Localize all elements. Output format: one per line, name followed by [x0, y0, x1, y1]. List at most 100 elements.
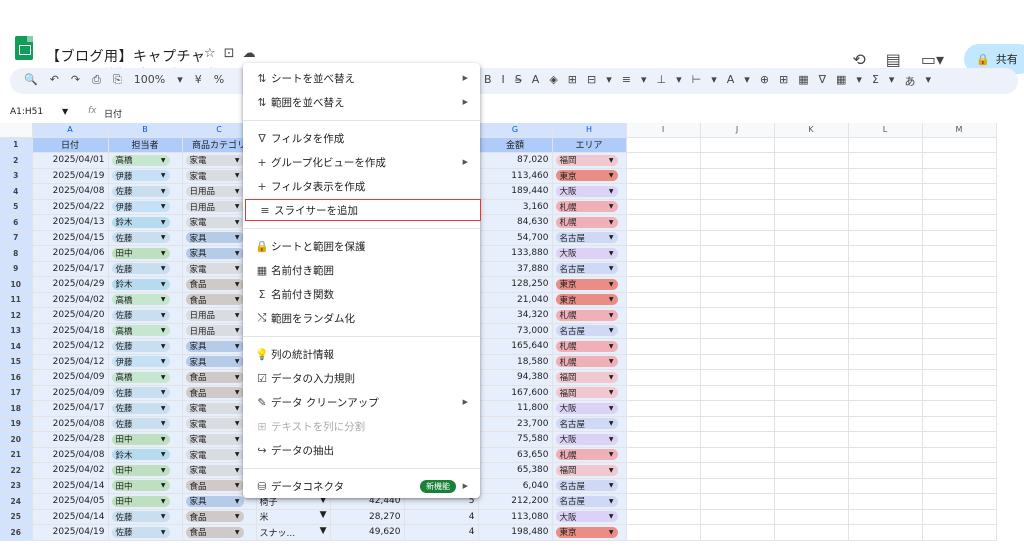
date-cell[interactable]: 2025/04/08: [32, 416, 109, 432]
empty-cell[interactable]: [700, 323, 775, 339]
dropdown-chip[interactable]: 日用品 ▼: [185, 201, 244, 213]
toolbar-right-2-icon[interactable]: S̶: [515, 73, 522, 89]
toolbar-left-4-icon[interactable]: ⎘: [113, 73, 122, 87]
person-cell[interactable]: 田中 ▼: [108, 431, 183, 448]
empty-cell[interactable]: [626, 431, 701, 448]
dropdown-chip[interactable]: 田中 ▼: [111, 433, 170, 445]
menu-item-範囲をランダム化[interactable]: ⤭ 範囲をランダム化: [243, 307, 480, 329]
amount-cell[interactable]: 11,800: [478, 400, 553, 417]
empty-cell[interactable]: [922, 292, 997, 308]
area-cell[interactable]: 札幌 ▼: [552, 307, 627, 324]
dropdown-chip[interactable]: 田中 ▼: [111, 247, 170, 259]
row-header[interactable]: 10: [0, 276, 33, 293]
dropdown-chip[interactable]: 日用品 ▼: [185, 309, 244, 321]
dropdown-chip[interactable]: 佐藤 ▼: [111, 387, 170, 399]
dropdown-chip[interactable]: 田中 ▼: [111, 495, 170, 507]
person-cell[interactable]: 佐藤 ▼: [108, 261, 183, 277]
row-header[interactable]: 18: [0, 400, 33, 417]
empty-cell[interactable]: [774, 152, 849, 169]
dropdown-chip[interactable]: 高橋 ▼: [111, 371, 170, 383]
empty-cell[interactable]: [626, 369, 701, 386]
toolbar-left-0-icon[interactable]: 🔍: [24, 73, 38, 87]
dropdown-chip[interactable]: 佐藤 ▼: [111, 185, 170, 197]
empty-cell[interactable]: [848, 323, 923, 339]
empty-cell[interactable]: [626, 478, 701, 494]
empty-cell[interactable]: [848, 493, 923, 510]
date-cell[interactable]: 2025/04/08: [32, 447, 109, 463]
empty-cell[interactable]: [922, 245, 997, 262]
amount-cell[interactable]: 167,600: [478, 385, 553, 401]
empty-cell[interactable]: [922, 369, 997, 386]
person-cell[interactable]: 佐藤 ▼: [108, 524, 183, 541]
dropdown-chip[interactable]: 札幌 ▼: [555, 309, 618, 321]
person-cell[interactable]: 佐藤 ▼: [108, 230, 183, 246]
comments-icon[interactable]: ▤: [886, 50, 901, 69]
amount-cell[interactable]: 6,040: [478, 478, 553, 494]
area-cell[interactable]: 福岡 ▼: [552, 385, 627, 401]
dropdown-chip[interactable]: 食品 ▼: [185, 480, 244, 492]
row-header[interactable]: 22: [0, 462, 33, 479]
toolbar-right-0-icon[interactable]: B: [484, 73, 492, 89]
amount-cell[interactable]: 63,650: [478, 447, 553, 463]
menu-item-名前付き関数[interactable]: Σ 名前付き関数: [243, 283, 480, 305]
header-cell[interactable]: 日付: [32, 137, 109, 153]
empty-cell[interactable]: [848, 199, 923, 215]
toolbar-right-7-icon[interactable]: ▾: [606, 73, 612, 89]
empty-cell[interactable]: [848, 354, 923, 370]
dropdown-chip[interactable]: 日用品 ▼: [185, 185, 244, 197]
history-icon[interactable]: ⟲: [852, 50, 865, 69]
row-header[interactable]: 23: [0, 478, 33, 494]
column-header-G[interactable]: G: [478, 123, 553, 138]
row-header[interactable]: 11: [0, 292, 33, 308]
toolbar-right-14-icon[interactable]: A: [727, 73, 735, 89]
toolbar-left-5-icon[interactable]: 100%: [134, 73, 165, 87]
empty-cell[interactable]: [774, 509, 849, 525]
toolbar-left-6-icon[interactable]: ▾: [177, 73, 183, 87]
empty-cell[interactable]: [700, 509, 775, 525]
column-header-M[interactable]: M: [922, 123, 997, 138]
empty-cell[interactable]: [774, 478, 849, 494]
menu-item-フィルタ表示を作成[interactable]: + フィルタ表示を作成: [243, 175, 480, 197]
area-cell[interactable]: 札幌 ▼: [552, 447, 627, 463]
person-cell[interactable]: 田中 ▼: [108, 462, 183, 479]
date-cell[interactable]: 2025/04/06: [32, 245, 109, 262]
area-cell[interactable]: 東京 ▼: [552, 292, 627, 308]
toolbar-right-21-icon[interactable]: ▾: [856, 73, 862, 89]
toolbar-left-7-icon[interactable]: ¥: [195, 73, 202, 87]
empty-cell[interactable]: [922, 230, 997, 246]
person-cell[interactable]: 高橋 ▼: [108, 323, 183, 339]
person-cell[interactable]: 鈴木 ▼: [108, 276, 183, 293]
dropdown-chip[interactable]: 佐藤 ▼: [111, 526, 170, 538]
empty-cell[interactable]: [848, 168, 923, 184]
menu-item-範囲を並べ替え[interactable]: ⇅ 範囲を並べ替え ▶: [243, 91, 480, 113]
area-cell[interactable]: 東京 ▼: [552, 524, 627, 541]
dropdown-chip[interactable]: 佐藤 ▼: [111, 402, 170, 414]
dropdown-chip[interactable]: 食品 ▼: [185, 294, 244, 306]
empty-cell[interactable]: [922, 524, 997, 541]
date-cell[interactable]: 2025/04/02: [32, 292, 109, 308]
dropdown-chip[interactable]: 佐藤 ▼: [111, 263, 170, 275]
menu-item-データの入力規則[interactable]: ☑ データの入力規則: [243, 367, 480, 389]
person-cell[interactable]: 佐藤 ▼: [108, 385, 183, 401]
amount-cell[interactable]: 54,700: [478, 230, 553, 246]
person-cell[interactable]: 高橋 ▼: [108, 369, 183, 386]
toolbar-right-15-icon[interactable]: ▾: [744, 73, 750, 89]
empty-cell[interactable]: [700, 447, 775, 463]
empty-cell[interactable]: [700, 292, 775, 308]
amount-cell[interactable]: 165,640: [478, 338, 553, 355]
person-cell[interactable]: 田中 ▼: [108, 245, 183, 262]
empty-cell[interactable]: [774, 276, 849, 293]
date-cell[interactable]: 2025/04/19: [32, 524, 109, 541]
empty-cell[interactable]: [774, 199, 849, 215]
empty-cell[interactable]: [700, 214, 775, 231]
amount-cell[interactable]: 23,700: [478, 416, 553, 432]
person-cell[interactable]: 伊藤 ▼: [108, 168, 183, 184]
empty-cell[interactable]: [848, 230, 923, 246]
row-header[interactable]: 17: [0, 385, 33, 401]
empty-cell[interactable]: [922, 152, 997, 169]
menu-item-データの抽出[interactable]: ↪ データの抽出: [243, 439, 480, 461]
area-cell[interactable]: 福岡 ▼: [552, 462, 627, 479]
empty-cell[interactable]: [922, 462, 997, 479]
menu-item-スライサーを追加[interactable]: ≡ スライサーを追加: [245, 199, 481, 221]
amount-cell[interactable]: 37,880: [478, 261, 553, 277]
